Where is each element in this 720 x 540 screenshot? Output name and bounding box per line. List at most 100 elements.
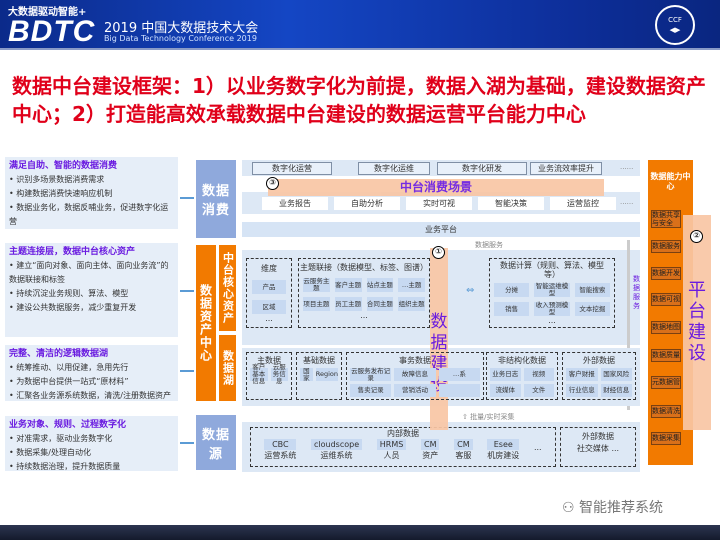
lake-grid: 国家 Region <box>297 367 341 381</box>
lake-item: 客户基本信息 <box>250 364 268 385</box>
conference-name-en: Big Data Technology Conference 2019 <box>104 34 257 43</box>
scene-item[interactable]: 业务报告 <box>262 197 328 210</box>
lake-item: 行业信息 <box>566 384 598 397</box>
lake-item: 业务日志 <box>490 368 521 381</box>
dimension-box: 维度 产品 区域 ... <box>246 258 292 328</box>
internal-title: 内部数据 <box>387 429 419 438</box>
topic-more: ... <box>360 311 368 320</box>
top-more: ...... <box>620 163 634 171</box>
source-system-name: CBC <box>264 439 297 450</box>
scene-item[interactable]: 运营监控 <box>550 197 616 210</box>
topic-item: 员工主题 <box>334 297 362 311</box>
capability-item[interactable]: 数据地图 <box>651 321 681 334</box>
platform-label: 平台建设 <box>688 280 706 364</box>
bidirectional-arrow-icon: ⇔ <box>466 285 475 296</box>
external-box: 外部数据 社交媒体 ... <box>560 427 636 467</box>
topic-box: 主题联接（数据模型、标签、图谱） 云服务主题 客户主题 站点主题 …主题 项目主题 员工主… <box>298 258 430 328</box>
topic-item: 站点主题 <box>366 278 394 292</box>
source-system-desc: 人员 <box>383 451 400 460</box>
lake-item: 营销活动 <box>394 384 436 397</box>
lake-item: 国家 <box>300 367 313 381</box>
lake-item: 视频 <box>523 368 554 381</box>
capability-item[interactable]: 元数据管理 <box>651 376 681 389</box>
dimension-title: 维度 <box>261 264 277 273</box>
dimension-item: 区域 <box>252 300 286 314</box>
layer-consume: 数据消费 <box>196 160 236 238</box>
layer-core-assets: 中台核心资产 <box>219 245 236 331</box>
compute-item: 智能搜索 <box>574 283 610 297</box>
lake-group-title: 非结构化数据 <box>498 356 546 365</box>
capability-item[interactable]: 数据清洗 <box>651 405 681 418</box>
internal-more: ... <box>533 443 542 452</box>
top-button[interactable]: 数字化研发 <box>437 162 527 175</box>
compute-item: 分摊 <box>494 283 530 297</box>
topic-item: 客户主题 <box>334 278 362 292</box>
capability-item[interactable]: 数据开发 <box>651 267 681 280</box>
source-system: CM 资产 <box>420 439 440 461</box>
left-box: 完整、清洁的逻辑数据湖统筹推动、以用促建，急用先行为数据中台提供一站式“原材料”… <box>5 345 178 401</box>
external-desc: 社交媒体 <box>576 444 609 453</box>
topic-item: 云服务主题 <box>303 277 330 292</box>
lake-item: 云服务发布记录 <box>350 366 392 382</box>
lake-item: …系 <box>438 368 480 381</box>
scene-item[interactable]: 自助分析 <box>334 197 400 210</box>
compute-title: 数据计算（规则、算法、模型等） <box>500 261 604 279</box>
left-box-heading: 完整、清洁的逻辑数据湖 <box>9 349 109 359</box>
lake-grid: 客户基本信息 云服务信息 <box>247 364 291 385</box>
lake-group-title: 事务数据 <box>399 356 431 365</box>
arrow-icon <box>180 197 194 199</box>
capability-item[interactable]: 数据服务 <box>651 240 681 253</box>
capability-item[interactable]: 数据可视化 <box>651 293 681 306</box>
business-platform: 业务平台 <box>242 222 640 237</box>
left-box-bullet: 统筹推动、以用促建，急用先行 <box>9 361 174 375</box>
ccf-seal-logo: CCF ◀▶ <box>655 5 695 45</box>
left-box: 主题连接层，数据中台核心资产建立“面向对象、面向主体、面向业务流”的数据联接和标… <box>5 243 178 337</box>
source-system-desc: 机房建设 <box>487 451 520 460</box>
topic-item: 项目主题 <box>303 297 330 311</box>
lake-grid: 业务日志 视频 流媒体 文件 <box>487 368 557 397</box>
badge-3: ③ <box>266 177 279 190</box>
lake-grid: 云服务发布记录 故障信息 …系 售卖记录 营销活动 <box>347 366 483 397</box>
source-system: CM 客服 <box>454 439 473 461</box>
scene-more: ...... <box>620 198 634 206</box>
arrow-icon <box>180 370 194 372</box>
source-system: CBC 运营系统 <box>264 439 297 461</box>
lake-group: 主数据 客户基本信息 云服务信息 <box>246 352 292 400</box>
lake-item: 故障信息 <box>394 368 436 381</box>
compute-more: ... <box>548 316 556 325</box>
top-button[interactable]: 业务流效率提升 <box>530 162 602 175</box>
external-more: ... <box>611 444 620 453</box>
source-system-name: cloudscope <box>310 439 363 450</box>
left-box-bullet: 识别多场景数据消费需求 <box>9 173 174 187</box>
dimension-item: 产品 <box>252 280 286 294</box>
compute-box: 数据计算（规则、算法、模型等） 分摊 智能运维模型 智能搜索 销售 收入预测模型 文本挖掘… <box>489 258 615 328</box>
scene-item[interactable]: 智能决策 <box>478 197 544 210</box>
source-system-name: HRMS <box>376 439 407 450</box>
lake-item: 云服务信息 <box>270 364 288 385</box>
collect-label: ⇧ 批量/实时采集 <box>462 413 515 421</box>
left-box-bullet: 为数据中台提供一站式“原材料” <box>9 375 174 389</box>
source-system-name: CM <box>420 439 440 450</box>
capability-item[interactable]: 数据共享与安全 <box>651 210 681 228</box>
top-button[interactable]: 数字化运营 <box>252 162 332 175</box>
lake-group: 事务数据 云服务发布记录 故障信息 …系 售卖记录 营销活动 <box>346 352 484 400</box>
scene-item[interactable]: 实时可视 <box>406 197 472 210</box>
layer-source: 数据源 <box>196 415 236 470</box>
lake-item: 文件 <box>523 384 554 397</box>
top-button[interactable]: 数字化运维 <box>358 162 430 175</box>
left-box-bullet: 建立“面向对象、面向主体、面向业务流”的数据联接和标签 <box>9 259 174 287</box>
source-system: cloudscope 运维系统 <box>310 439 363 461</box>
left-box-bullet: 构建数据消费快速响应机制 <box>9 187 174 201</box>
source-system: Esee 机房建设 <box>487 439 520 461</box>
conference-header: 大数据驱动智能+ BDTC 2019 中国大数据技术大会 Big Data Te… <box>0 0 720 50</box>
lake-group: 基础数据 国家 Region <box>296 352 342 400</box>
capability-item[interactable]: 数据质量 <box>651 349 681 362</box>
compute-item: 智能运维模型 <box>534 282 570 297</box>
capability-item[interactable]: 数据采集 <box>651 432 681 445</box>
lake-item: 财经信息 <box>600 384 632 397</box>
source-system: HRMS 人员 <box>376 439 407 461</box>
lake-item <box>438 384 480 397</box>
source-system-desc: 运维系统 <box>320 451 353 460</box>
data-service-label: 数据服务 <box>475 241 503 249</box>
source-system-name: CM <box>454 439 473 450</box>
